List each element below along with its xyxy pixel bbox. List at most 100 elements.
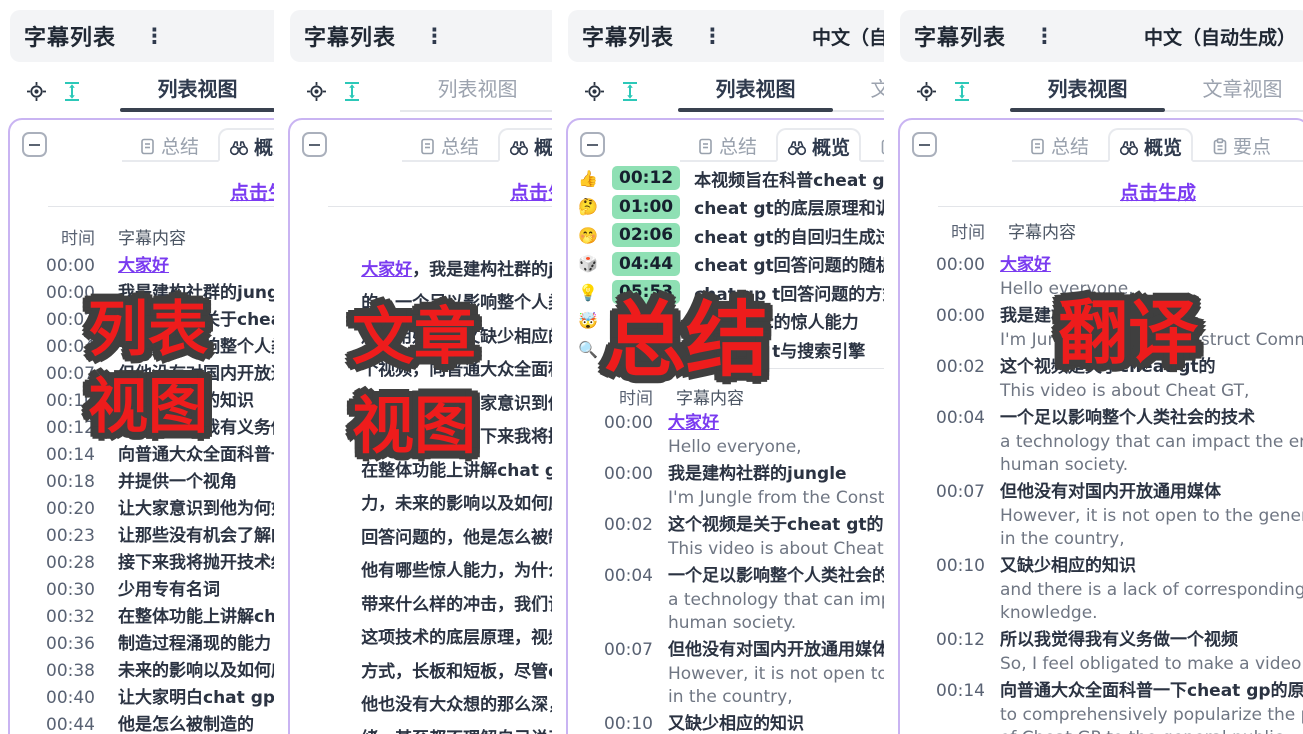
- subtitle-link[interactable]: 大家好: [361, 260, 412, 280]
- tab-overview-label: 概览: [812, 133, 850, 160]
- tab-list-view[interactable]: 列表视图: [678, 70, 833, 112]
- tab-list-view[interactable]: 列表视图: [400, 70, 552, 112]
- kebab-menu-icon[interactable]: ⋮: [702, 24, 723, 48]
- subtitle-row[interactable]: 00:32 在整体功能上讲解chat gp: [10, 604, 274, 631]
- tab-overview[interactable]: 概览: [776, 128, 861, 162]
- subtitle-row[interactable]: 00:00 我是建构社群的jungle I'm Jungle from the …: [568, 462, 884, 510]
- clipboard-icon: [880, 138, 884, 155]
- binoculars-icon: [229, 140, 249, 156]
- subtitle-row[interactable]: 00:38 未来的影响以及如何应对: [10, 658, 274, 685]
- subtitle-row[interactable]: 00:10 又缺少相应的知识 and there is a lack of co…: [900, 554, 1303, 625]
- locate-target-icon[interactable]: [584, 81, 605, 102]
- subtitle-row[interactable]: 00:44 他是怎么被制造的: [10, 712, 274, 734]
- subtitle-row[interactable]: 00:28 接下来我将抛开技术细节: [10, 550, 274, 577]
- kebab-menu-icon[interactable]: ⋮: [424, 24, 445, 48]
- document-icon: [1029, 138, 1046, 155]
- locate-target-icon[interactable]: [916, 81, 937, 102]
- table-header: 时间 字幕内容: [10, 226, 274, 253]
- timestamp-chip[interactable]: 02:06: [612, 223, 680, 247]
- clipboard-icon: [1212, 138, 1228, 155]
- tab-list-view[interactable]: 列表视图: [1010, 70, 1165, 112]
- subtitle-row[interactable]: 00:00 大家好 Hello everyone,: [568, 411, 884, 459]
- overview-item[interactable]: 🎲 04:44 cheat gt回答问题的随机性: [576, 250, 884, 279]
- subtitle-translation: to comprehensively popularize the princi…: [1000, 704, 1303, 734]
- tab-keypoints[interactable]: 要点: [871, 128, 884, 160]
- timestamp-chip[interactable]: 00:12: [612, 166, 680, 190]
- subtitle-list: 00:00 大家好 Hello everyone, 00:00 我是建构社群的j…: [568, 408, 884, 734]
- panel-header: 字幕列表 ⋮ 中文（自动生成）: [568, 10, 884, 62]
- timestamp: 00:32: [10, 604, 95, 631]
- subtitle-row[interactable]: 00:12 所以我觉得我有义务做一个视频 So, I feel obligate…: [900, 628, 1303, 676]
- overlay-stamp-summary: 总结: [604, 300, 768, 382]
- subtitle-link[interactable]: 大家好: [1000, 255, 1051, 275]
- generate-link[interactable]: 点击生成: [510, 178, 552, 205]
- subtitle-row[interactable]: 00:14 向普通大众全面科普一下cheat gp的原理 to comprehe…: [900, 679, 1303, 734]
- collapse-button[interactable]: [302, 132, 327, 157]
- timestamp-chip[interactable]: 04:44: [612, 252, 680, 276]
- subtitle-row[interactable]: 00:04 一个足以影响整个人类社会的技术 a technology that …: [900, 406, 1303, 477]
- subtitle-card: 总结 概览 要点 👍 00:12 本视频旨在科普cheat gt的原理 🤔 01…: [566, 118, 884, 734]
- kebab-menu-icon[interactable]: ⋮: [1034, 24, 1055, 48]
- subtitle-link[interactable]: 大家好: [118, 253, 169, 280]
- expand-vertical-icon[interactable]: [953, 81, 971, 102]
- tab-summary[interactable]: 总结: [688, 128, 766, 160]
- tab-overview[interactable]: 概览: [1108, 128, 1193, 162]
- subtitle-row[interactable]: 00:18 并提供一个视角: [10, 469, 274, 496]
- tab-summary[interactable]: 总结: [1020, 128, 1098, 160]
- tab-article-view[interactable]: 文章视图: [833, 70, 884, 112]
- overview-text: 本视频旨在科普cheat gt的原理: [694, 166, 884, 191]
- subtitle-translation: a technology that can impact the entire …: [668, 589, 884, 635]
- timestamp: 00:02: [568, 513, 653, 561]
- subtitle-row[interactable]: 00:07 但他没有对国内开放通用媒体 However, it is not o…: [900, 480, 1303, 551]
- overview-item[interactable]: 🤔 01:00 cheat gt的底层原理和训练方法: [576, 193, 884, 222]
- content-column-header: 字幕内容: [118, 226, 186, 253]
- generate-link[interactable]: 点击生成: [1120, 178, 1196, 205]
- collapse-button[interactable]: [912, 132, 937, 157]
- subtitle-translation: This video is about Cheat GT,: [1000, 380, 1249, 403]
- subtitle-link[interactable]: 大家好: [668, 413, 719, 433]
- expand-vertical-icon[interactable]: [63, 81, 81, 102]
- document-icon: [139, 138, 156, 155]
- tab-list-view[interactable]: 列表视图: [120, 70, 274, 112]
- expand-vertical-icon[interactable]: [343, 81, 361, 102]
- subtitle-row[interactable]: 00:36 制造过程涌现的能力: [10, 631, 274, 658]
- subtitle-row[interactable]: 00:14 向普通大众全面科普一下: [10, 442, 274, 469]
- generate-link[interactable]: 点击生成: [230, 178, 274, 205]
- tab-summary[interactable]: 总结: [410, 128, 488, 160]
- subtitle-row[interactable]: 00:30 少用专有名词: [10, 577, 274, 604]
- card-tab-bar: 总结 概览 要点: [122, 128, 274, 162]
- divider: [328, 206, 552, 207]
- tab-article-view[interactable]: 文章视图: [1165, 70, 1303, 112]
- subtitle-translation: So, I feel obligated to make a video: [1000, 653, 1301, 676]
- locate-target-icon[interactable]: [306, 81, 327, 102]
- locate-target-icon[interactable]: [26, 81, 47, 102]
- tab-summary[interactable]: 总结: [130, 128, 208, 160]
- emoji-icon: 👍: [576, 169, 600, 188]
- subtitle-row[interactable]: 00:40 让大家明白chat gp: [10, 685, 274, 712]
- tab-summary-label: 总结: [441, 132, 479, 159]
- card-tab-bar: 总结 概览 要点: [680, 128, 884, 162]
- timestamp: 00:00: [900, 304, 985, 352]
- article-line-text: 这项技术的底层原理，视频将逐一讲: [361, 628, 552, 648]
- timestamp: 00:10: [568, 712, 653, 734]
- time-column-header: 时间: [900, 220, 985, 246]
- emoji-icon: 🤯: [576, 311, 600, 330]
- subtitle-row[interactable]: 00:02 这个视频是关于cheat gt的 This video is abo…: [568, 513, 884, 561]
- collapse-button[interactable]: [22, 132, 47, 157]
- subtitle-row[interactable]: 00:04 一个足以影响整个人类社会的技术 a technology that …: [568, 564, 884, 635]
- subtitle-row[interactable]: 00:10 又缺少相应的知识 and there is a lack of co…: [568, 712, 884, 734]
- overview-item[interactable]: 👍 00:12 本视频旨在科普cheat gt的原理: [576, 164, 884, 193]
- tab-overview[interactable]: 概览: [498, 128, 552, 162]
- kebab-menu-icon[interactable]: ⋮: [144, 24, 165, 48]
- tab-keypoints[interactable]: 要点: [1203, 128, 1280, 160]
- subtitle-row[interactable]: 00:07 但他没有对国内开放通用媒体 However, it is not o…: [568, 638, 884, 709]
- expand-vertical-icon[interactable]: [621, 81, 639, 102]
- subtitle-text: 向普通大众全面科普一下cheat gp的原理: [1000, 681, 1303, 701]
- collapse-button[interactable]: [580, 132, 605, 157]
- timestamp-chip[interactable]: 01:00: [612, 195, 680, 219]
- tab-overview[interactable]: 概览: [218, 128, 274, 162]
- subtitle-row[interactable]: 00:00 大家好: [10, 253, 274, 280]
- overview-item[interactable]: 🤭 02:06 cheat gt的自回归生成过程: [576, 221, 884, 250]
- subtitle-row[interactable]: 00:23 让那些没有机会了解的人: [10, 523, 274, 550]
- subtitle-row[interactable]: 00:20 让大家意识到他为何如此: [10, 496, 274, 523]
